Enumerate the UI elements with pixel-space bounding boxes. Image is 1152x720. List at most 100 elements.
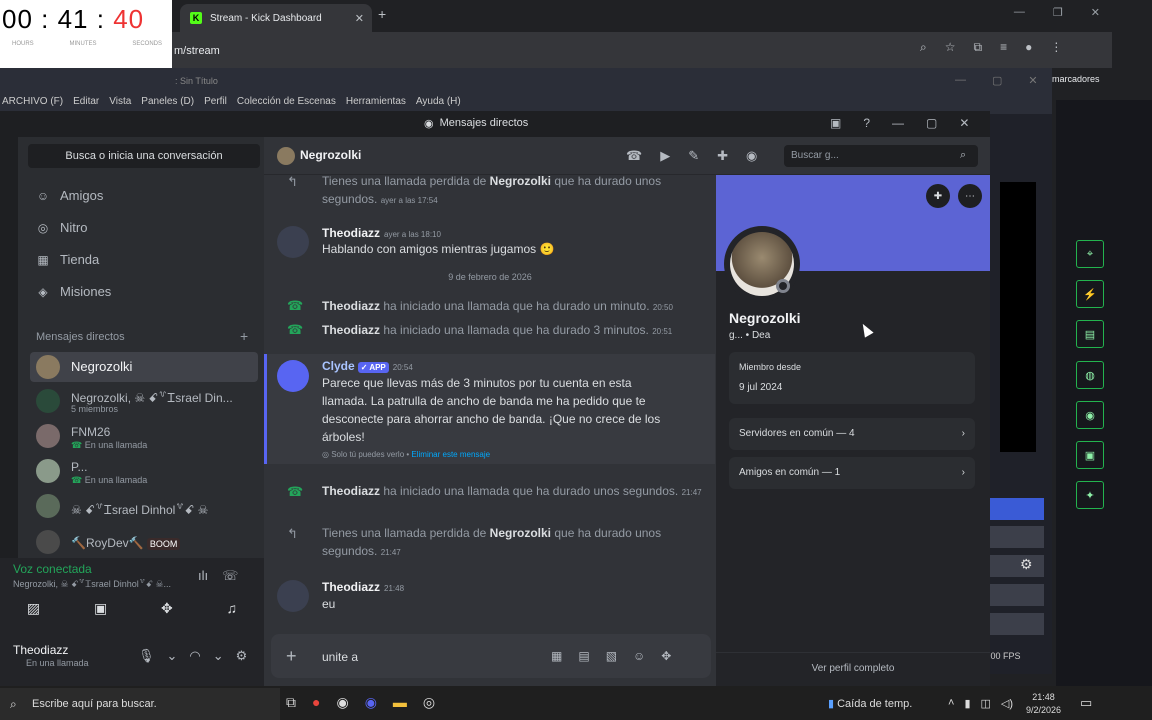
- phone-icon: ☎: [71, 475, 85, 485]
- omnibox-icons[interactable]: ⌕ ☆ ⧉ ≡ ● ⋮: [920, 40, 1062, 55]
- nav-nitro[interactable]: ◎ Nitro: [36, 220, 88, 235]
- close-icon: ✕: [959, 116, 970, 130]
- clock[interactable]: 21:48 9/2/2026: [1026, 691, 1061, 717]
- pin-icon: ✎: [688, 148, 700, 163]
- system-message: Tienes una llamada perdida de Negrozolki…: [322, 526, 662, 558]
- system-tray[interactable]: ˄ ▮ ◫ ◁): [948, 697, 1013, 710]
- add-friend-icon: ✚: [926, 184, 950, 208]
- new-tab-button[interactable]: +: [378, 6, 386, 22]
- bolt-icon[interactable]: ⚡: [1076, 280, 1104, 308]
- help-icon: ?: [863, 116, 871, 130]
- scan-icon[interactable]: ⌖: [1076, 240, 1104, 268]
- obs-control-button[interactable]: [990, 584, 1044, 606]
- bookmarks-label[interactable]: marcadores: [1052, 74, 1100, 84]
- mutual-servers[interactable]: Servidores en común — 4 ›: [729, 418, 975, 450]
- avatar: [277, 147, 295, 165]
- steam-icon: ◉: [336, 694, 349, 710]
- input-icons[interactable]: ▦ ▤ ▧ ☺ ✥: [551, 649, 671, 663]
- obs-window-controls[interactable]: — ▢ ✕: [955, 74, 1038, 87]
- voice-controls[interactable]: ılı ☏: [198, 568, 238, 584]
- camera-off-icon: ▨: [26, 600, 41, 616]
- obs-control-button[interactable]: [990, 498, 1044, 520]
- message-input-text[interactable]: unite a: [322, 650, 358, 664]
- weather[interactable]: ▮ Caída de temp.: [828, 697, 912, 710]
- friends-icon: ☺: [36, 188, 50, 203]
- avatar[interactable]: [277, 580, 309, 612]
- message-text: eu: [322, 597, 336, 611]
- avatar[interactable]: [277, 226, 309, 258]
- boom-badge: BOOM: [146, 538, 181, 550]
- signal-icon: ılı: [198, 568, 209, 583]
- taskbar-search[interactable]: Escribe aquí para buscar.: [0, 688, 280, 720]
- chat-search-input[interactable]: Buscar g...: [784, 145, 978, 167]
- browser-tab-kick[interactable]: K Stream - Kick Dashboard ✕: [180, 4, 372, 32]
- voice-actions[interactable]: ▨ ▣ ✥ ♫: [0, 600, 264, 617]
- add-friend-icon: ✚: [717, 148, 729, 163]
- dm-item[interactable]: P...: [71, 460, 87, 474]
- inbox-icon: ▣: [830, 116, 842, 130]
- member-since-card: [729, 352, 975, 404]
- profile-toggle-icon: ◉: [746, 148, 758, 163]
- disconnect-icon: ☏: [222, 568, 239, 583]
- avatar: [36, 459, 60, 483]
- dm-sub: ☎ En una llamada: [71, 475, 148, 485]
- user-controls[interactable]: 🎙 ⌄ ◠ ⌄ ⚙: [138, 648, 247, 664]
- gift-icon: ▦: [551, 649, 563, 663]
- dm-item[interactable]: 🔨RoyDev🔨 BOOM: [71, 536, 181, 550]
- media-icon: ≡: [1000, 40, 1008, 54]
- attach-plus-icon[interactable]: +: [286, 646, 297, 667]
- dm-section-header: Mensajes directos: [36, 331, 125, 343]
- taskbar-apps[interactable]: ⧉ ● ◉ ◉ ▬ ◎: [286, 694, 435, 711]
- chrome-window-controls[interactable]: — ❐ ✕: [1014, 6, 1152, 19]
- mutual-friends[interactable]: Amigos en común — 1 ›: [729, 457, 975, 489]
- obs-control-button[interactable]: [990, 555, 1044, 577]
- screen-share-icon: ▣: [93, 600, 108, 616]
- obs-control-button[interactable]: [990, 613, 1044, 635]
- system-message: Theodiazz ha iniciado una llamada que ha…: [322, 484, 702, 498]
- nav-quests[interactable]: ◈ Misiones: [36, 284, 111, 299]
- discord-title-icons[interactable]: ▣? — ▢ ✕: [830, 116, 969, 130]
- system-message: Theodiazz ha iniciado una llamada que ha…: [322, 323, 673, 337]
- profile-buttons[interactable]: ✚ ⋯: [926, 184, 982, 208]
- message-author[interactable]: Theodiazz 21:48: [322, 580, 404, 594]
- clyde-avatar[interactable]: [277, 360, 309, 392]
- activities-icon: ✥: [161, 600, 173, 616]
- obs-control-button[interactable]: [990, 526, 1044, 548]
- view-full-profile[interactable]: Ver perfil completo: [716, 652, 990, 686]
- layout-icon[interactable]: ▣: [1076, 441, 1104, 469]
- dm-item[interactable]: ☠ ꗃ꒷Ꮖsrael Dinhol꒷ꗃ ☠: [71, 501, 208, 518]
- nav-friends[interactable]: ☺ Amigos: [36, 188, 104, 203]
- chat-recipient[interactable]: Negrozolki: [300, 148, 361, 162]
- nav-shop[interactable]: ▦ Tienda: [36, 252, 99, 267]
- notification-icon[interactable]: ▭: [1080, 695, 1092, 711]
- volume-icon: ◁): [1000, 698, 1014, 710]
- system-message: Theodiazz ha iniciado una llamada que ha…: [322, 299, 673, 313]
- message-author[interactable]: Clyde ✓ APP 20:54: [322, 359, 413, 373]
- avatar: [36, 355, 60, 379]
- list-icon[interactable]: ▤: [1076, 320, 1104, 348]
- user-name[interactable]: Theodiazz: [13, 643, 68, 657]
- wrench-icon[interactable]: ✦: [1076, 481, 1104, 509]
- obs-preview: [1000, 182, 1036, 452]
- soundboard-icon: ♫: [226, 600, 238, 616]
- search-icon: ⌕: [960, 149, 967, 161]
- chat-icon[interactable]: ◍: [1076, 361, 1104, 389]
- thermometer-icon: ▮: [828, 698, 838, 710]
- dm-item[interactable]: Negrozolki: [71, 359, 132, 374]
- dm-item[interactable]: FNM26: [71, 425, 110, 439]
- minimize-icon: —: [1013, 6, 1025, 18]
- new-dm-button[interactable]: +: [240, 328, 248, 344]
- address-bar[interactable]: m/stream: [170, 40, 970, 62]
- kick-logo-icon: K: [190, 12, 202, 24]
- broadcast-icon[interactable]: ◉: [1076, 401, 1104, 429]
- message-author[interactable]: Theodiazz ayer a las 18:10: [322, 226, 441, 240]
- tab-close-icon[interactable]: ✕: [355, 12, 364, 25]
- chat-header-icons[interactable]: ☎ ▶ ✎ ✚ ◉: [626, 148, 757, 164]
- call-icon: ☎: [287, 484, 304, 499]
- voice-status[interactable]: Voz conectada: [13, 562, 92, 576]
- menu-icon: ⋮: [1050, 40, 1063, 54]
- status-dot: [776, 279, 790, 293]
- gear-icon[interactable]: ⚙: [1020, 556, 1033, 573]
- dm-search-input[interactable]: Busca o inicia una conversación: [28, 144, 260, 168]
- delete-message-link[interactable]: Eliminar este mensaje: [411, 450, 490, 459]
